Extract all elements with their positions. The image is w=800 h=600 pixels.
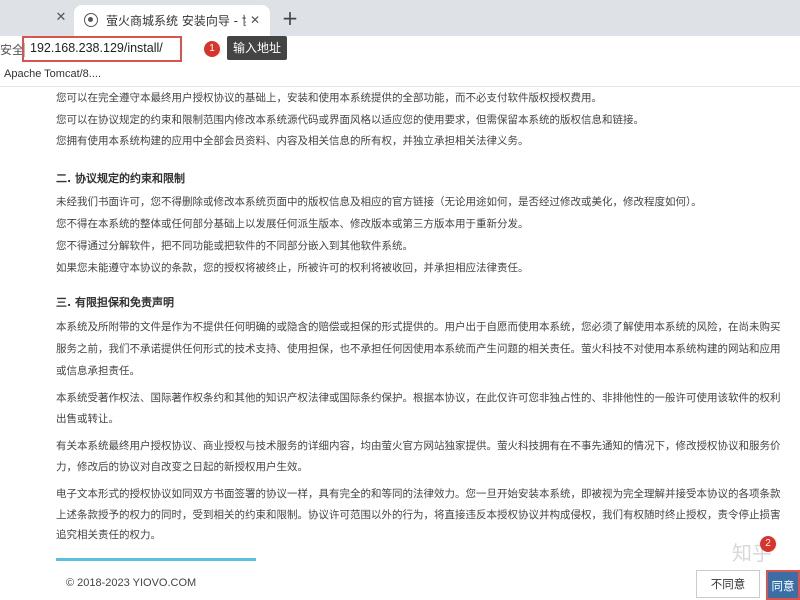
agreement-paragraph: 您可以在协议规定的约束和限制范围内修改本系统源代码或界面风格以适应您的使用要求，… <box>56 114 644 126</box>
url-highlight-box <box>22 36 182 62</box>
scroll-progress-bar <box>56 558 256 561</box>
close-tab-icon[interactable]: ✕ <box>54 11 68 25</box>
section-3-heading: 三. 有限担保和免责声明 <box>56 296 175 309</box>
agreement-paragraph: 本系统受著作权法、国际著作权条约和其他的知识产权法律或国际条约保护。根据本协议，… <box>56 392 781 404</box>
agreement-paragraph: 追究相关责任的权力。 <box>56 529 161 541</box>
agreement-paragraph: 或信息承担责任。 <box>56 365 140 377</box>
agreement-paragraph: 服务之前，我们不承诺提供任何形式的技术支持、使用担保，也不承担任何因使用本系统而… <box>56 343 781 355</box>
step-2-badge: 2 <box>760 536 776 552</box>
agreement-paragraph: 力，修改后的协议对自改变之日起的新授权用户生效。 <box>56 461 308 473</box>
disagree-button[interactable]: 不同意 <box>696 570 760 598</box>
agreement-paragraph: 电子文本形式的授权协议如同双方书面签署的协议一样，具有完全的和等同的法律效力。您… <box>56 488 781 500</box>
agreement-paragraph: 本系统及所附带的文件是作为不提供任何明确的或隐含的赔偿或担保的形式提供的。用户出… <box>56 321 781 333</box>
close-tab-icon[interactable]: ✕ <box>248 13 262 27</box>
site-favicon-icon <box>84 13 98 27</box>
address-toolbar: 安全 192.168.238.129/install/ 1 输入地址 <box>0 36 800 64</box>
agreement-paragraph: 出售或转让。 <box>56 413 119 425</box>
security-label[interactable]: 安全 <box>0 41 24 58</box>
tab-title: 萤火商城系统 安装向导 - 协议说 <box>106 14 246 28</box>
agree-button[interactable]: 同意 <box>766 570 800 600</box>
bookmark-apache-tomcat[interactable]: Apache Tomcat/8.... <box>4 68 101 80</box>
agreement-paragraph: 如果您未能遵守本协议的条款，您的授权将被终止，所被许可的权利将被收回，并承担相应… <box>56 262 529 274</box>
agreement-paragraph: 您不得在本系统的整体或任何部分基础上以发展任何派生版本、修改版本或第三方版本用于… <box>56 218 529 230</box>
agreement-paragraph: 未经我们书面许可，您不得删除或修改本系统页面中的版权信息及相应的官方链接（无论用… <box>56 196 702 208</box>
step-1-callout: 输入地址 <box>227 36 288 60</box>
agreement-content: 您可以在完全遵守本最终用户授权协议的基础上，安装和使用本系统提供的全部功能，而不… <box>0 88 800 566</box>
tab-install-wizard[interactable]: 萤火商城系统 安装向导 - 协议说 ✕ <box>74 5 270 36</box>
agreement-paragraph: 您可以在完全遵守本最终用户授权协议的基础上，安装和使用本系统提供的全部功能，而不… <box>56 92 602 104</box>
bookmarks-bar: Apache Tomcat/8.... <box>0 64 800 87</box>
agreement-paragraph: 有关本系统最终用户授权协议、商业授权与技术服务的详细内容，均由萤火官方网站独家提… <box>56 440 781 452</box>
agreement-paragraph: 上述条款授予的权力的同时，受到相关的约束和限制。协议许可范围以外的行为，将直接违… <box>56 509 781 521</box>
agreement-paragraph: 您拥有使用本系统构建的应用中全部会员资料、内容及相关信息的所有权，并独立承担相关… <box>56 135 529 147</box>
new-tab-button[interactable]: + <box>280 8 300 28</box>
copyright-text: © 2018-2023 YIOVO.COM <box>66 577 197 589</box>
agreement-paragraph: 您不得通过分解软件，把不同功能或把软件的不同部分嵌入到其他软件系统。 <box>56 240 413 252</box>
section-2-heading: 二. 协议规定的约束和限制 <box>56 172 186 185</box>
step-1-badge: 1 <box>204 41 220 57</box>
tab-strip: ✕ 萤火商城系统 安装向导 - 协议说 ✕ + <box>0 0 800 36</box>
